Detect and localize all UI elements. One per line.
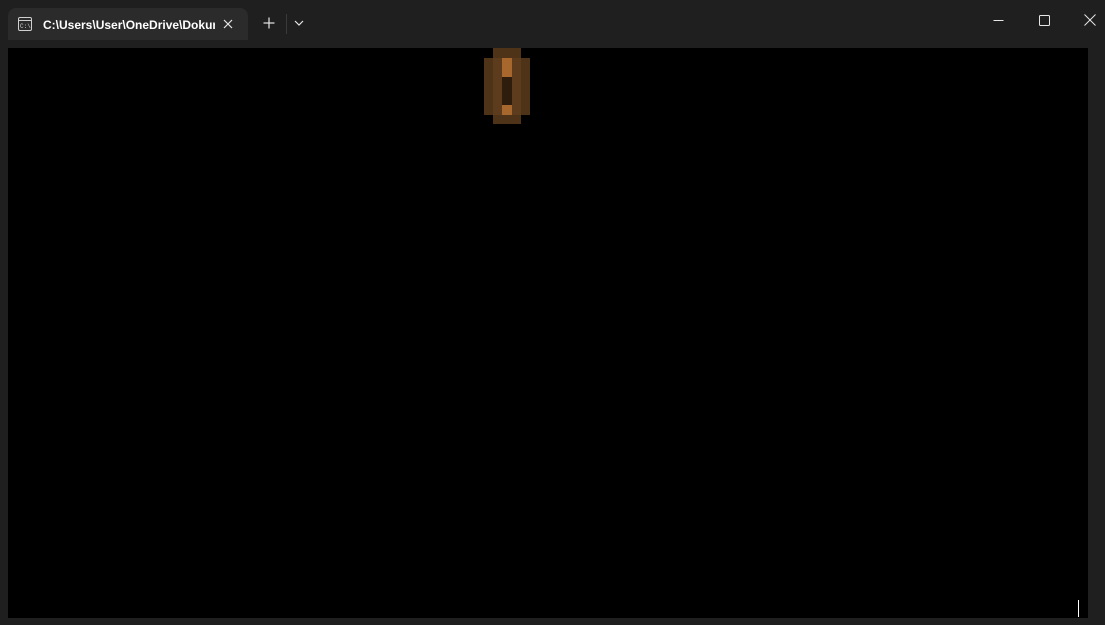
minimize-button[interactable] [975, 0, 1021, 40]
maximize-button[interactable] [1021, 0, 1067, 40]
close-tab-button[interactable] [218, 14, 238, 34]
close-icon [223, 19, 233, 29]
terminal-cmd-icon: C:\ [18, 17, 32, 31]
tab-dropdown-button[interactable] [289, 10, 309, 36]
tab-title: C:\Users\User\OneDrive\Dokumente [43, 18, 215, 32]
plus-icon [263, 17, 275, 29]
chevron-down-icon [294, 20, 304, 26]
tab-separator [286, 14, 287, 34]
tab-active[interactable]: C:\ C:\Users\User\OneDrive\Dokumente [8, 8, 248, 40]
terminal-content[interactable] [8, 48, 1088, 618]
minimize-icon [993, 19, 1003, 21]
title-bar: C:\ C:\Users\User\OneDrive\Dokumente [0, 0, 1105, 40]
svg-text:C:\: C:\ [20, 23, 31, 30]
maximize-icon [1038, 14, 1050, 26]
window-bottom-border [0, 618, 1105, 625]
close-icon [1084, 14, 1096, 26]
text-cursor [1078, 600, 1079, 617]
scrollbar-track[interactable] [1088, 48, 1105, 618]
terminal-window: C:\ C:\Users\User\OneDrive\Dokumente [0, 0, 1105, 625]
new-tab-button[interactable] [256, 10, 282, 36]
door-sprite [484, 48, 530, 124]
close-window-button[interactable] [1067, 0, 1105, 40]
